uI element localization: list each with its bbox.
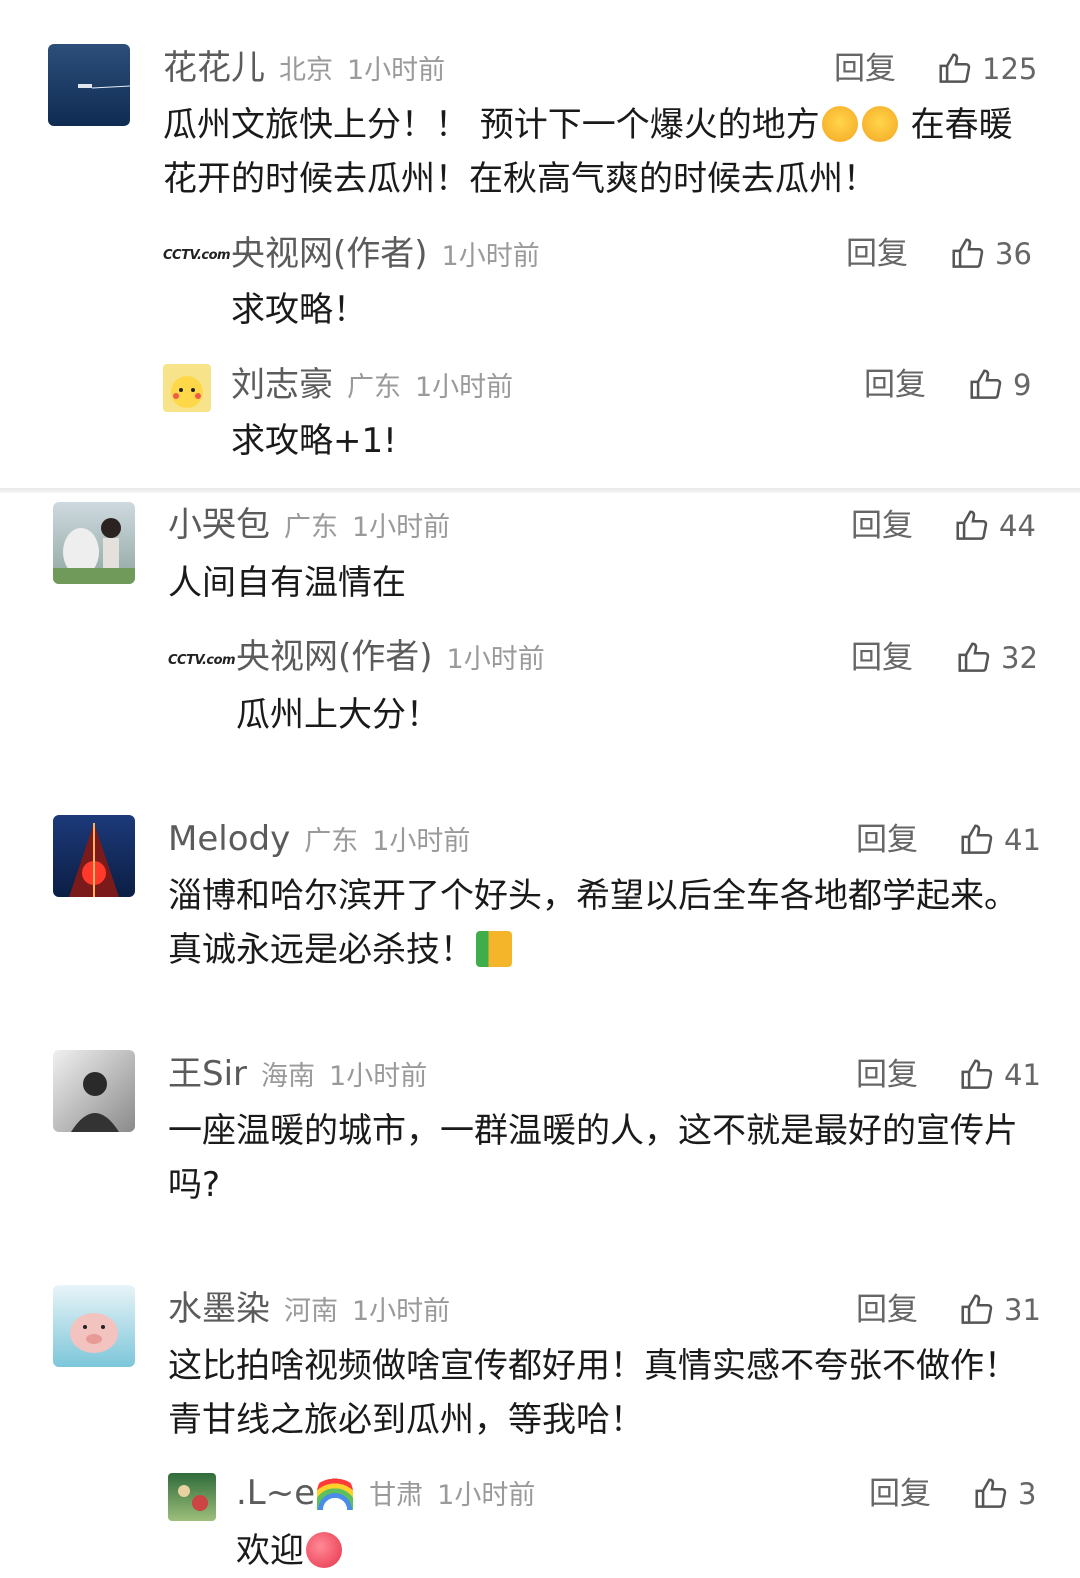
avatar[interactable] [163, 364, 211, 412]
heart-eyes-emoji [861, 106, 898, 142]
avatar[interactable] [48, 44, 130, 126]
comment-item: 小哭包 广东 1小时前 回复 44 人间自有温情在 CCTV.com 央视网(作者)… [0, 500, 1080, 790]
thumbs-up-icon [961, 1294, 993, 1324]
timestamp: 1小时前 [441, 241, 540, 272]
user-name[interactable]: 水墨染 河南 1小时前 [168, 1289, 450, 1332]
avatar[interactable] [168, 1473, 216, 1521]
user-name[interactable]: 央视网(作者) 1小时前 [231, 234, 540, 277]
comment-item: 王Sir 海南 1小时前 回复 41 一座温暖的城市，一群温暖的人，这不就是最好的宣… [0, 1050, 1080, 1250]
thumbs-up-icon [970, 369, 1002, 399]
reply-button[interactable]: 回复 [851, 638, 913, 678]
reply-button[interactable]: 回复 [869, 1474, 931, 1514]
reply-text: 求攻略+1! [231, 421, 397, 461]
location-label: 北京 [279, 55, 333, 86]
comment-item: Melody 广东 1小时前 回复 41 淄博和哈尔滨开了个好头，希望以后全车各地都… [0, 815, 1080, 1015]
section-divider [0, 488, 1080, 493]
reply-button[interactable]: 回复 [851, 506, 913, 546]
like-button[interactable]: 44 [953, 506, 1036, 546]
reply-button[interactable]: 回复 [856, 1290, 918, 1330]
rainbow-emoji [317, 1474, 354, 1510]
thumbs-up-icon [952, 238, 984, 268]
like-button[interactable]: 41 [958, 1055, 1041, 1095]
comment-text: 淄博和哈尔滨开了个好头，希望以后全车各地都学起来。真诚永远是必杀技！ [168, 876, 1018, 970]
like-button[interactable]: 9 [967, 365, 1031, 405]
reply-button[interactable]: 回复 [834, 49, 896, 89]
user-name[interactable]: 小哭包 广东 1小时前 [168, 505, 450, 548]
thumbs-up-icon [958, 642, 990, 672]
thumbs-up-emoji [476, 931, 512, 967]
thumbs-up-icon [961, 824, 993, 854]
comment-text: 一座温暖的城市，一群温暖的人，这不就是最好的宣传片吗? [168, 1111, 1018, 1205]
cctv-logo: CCTV.com [168, 653, 236, 668]
avatar[interactable] [53, 815, 135, 897]
comment-item: 花花儿 北京 1小时前 回复 125 瓜州文旅快上分！！ 预计下一个爆火的地方 在春… [0, 0, 1080, 480]
user-name-text[interactable]: 花花儿 [163, 48, 265, 88]
timestamp: 1小时前 [347, 55, 446, 86]
like-button[interactable]: 41 [958, 820, 1041, 860]
avatar[interactable] [53, 502, 135, 584]
reply-button[interactable]: 回复 [864, 365, 926, 405]
comment-text: 人间自有温情在 [168, 563, 406, 603]
user-name[interactable]: 央视网(作者) 1小时前 [236, 637, 545, 680]
like-button[interactable]: 32 [955, 638, 1038, 678]
reply-text: 求攻略！ [231, 290, 367, 330]
like-button[interactable]: 125 [936, 49, 1037, 89]
user-name[interactable]: 刘志豪 广东 1小时前 [231, 365, 513, 408]
heart-emoji [306, 1532, 342, 1568]
comment-text: 这比拍啥视频做啥宣传都好用！真情实感不夸张不做作！青甘线之旅必到瓜州，等我哈！ [168, 1346, 1018, 1440]
like-button[interactable]: 3 [972, 1474, 1036, 1514]
comment-text: 瓜州文旅快上分！！ 预计下一个爆火的地方 在春暖花开的时候去瓜州！在秋高气爽的时… [163, 105, 1013, 199]
like-button[interactable]: 36 [949, 234, 1032, 274]
thumbs-up-icon [961, 1059, 993, 1089]
user-name[interactable]: .L~e 甘肃 1小时前 [236, 1473, 535, 1516]
thumbs-up-icon [939, 53, 971, 83]
like-count: 125 [982, 52, 1038, 86]
reply-button[interactable]: 回复 [846, 234, 908, 274]
avatar[interactable] [53, 1285, 135, 1367]
reply-button[interactable]: 回复 [856, 820, 918, 860]
like-button[interactable]: 31 [958, 1290, 1041, 1330]
heart-eyes-emoji [821, 106, 858, 142]
user-name[interactable]: Melody 广东 1小时前 [168, 819, 470, 862]
cctv-logo: CCTV.com [163, 248, 231, 263]
thumbs-up-icon [975, 1478, 1007, 1508]
reply-text: 瓜州上大分！ [236, 695, 440, 735]
comment-item: 水墨染 河南 1小时前 回复 31 这比拍啥视频做啥宣传都好用！真情实感不夸张不做作… [0, 1285, 1080, 1571]
user-name[interactable]: 王Sir 海南 1小时前 [168, 1054, 427, 1097]
avatar[interactable] [53, 1050, 135, 1132]
reply-button[interactable]: 回复 [856, 1055, 918, 1095]
thumbs-up-icon [956, 510, 988, 540]
user-name[interactable]: 花花儿 北京 1小时前 [163, 48, 445, 91]
